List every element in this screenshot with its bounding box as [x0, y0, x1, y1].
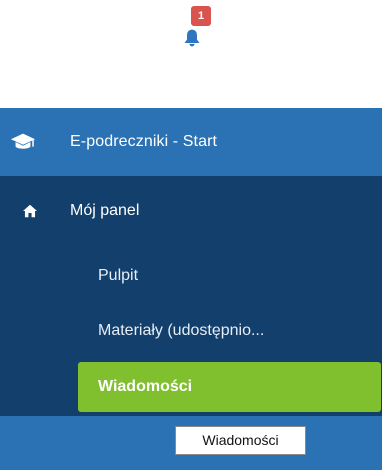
- sidebar-item-moj-panel[interactable]: Mój panel: [0, 176, 382, 246]
- sidebar-brand-link[interactable]: E-podreczniki - Start: [0, 108, 382, 176]
- home-icon: [23, 204, 37, 218]
- sidebar-item-pulpit[interactable]: Pulpit: [0, 251, 382, 301]
- sidebar-item-label: Wiadomości: [98, 378, 193, 395]
- bell-icon: [184, 29, 200, 47]
- brand-title: E-podreczniki - Start: [70, 133, 218, 150]
- sidebar-item-label: Pulpit: [98, 267, 139, 284]
- sidebar-item-materialy[interactable]: Materiały (udostępnio...: [0, 306, 382, 356]
- sidebar-item-label: Materiały (udostępnio...: [98, 322, 265, 339]
- tooltip: Wiadomości: [175, 426, 306, 455]
- notifications-button[interactable]: 1: [175, 6, 215, 58]
- sidebar-item-wiadomosci[interactable]: Wiadomości: [78, 362, 381, 412]
- sidebar-item-label: Mój panel: [70, 202, 140, 219]
- graduation-cap-icon: [10, 133, 36, 149]
- notification-count-badge: 1: [191, 6, 211, 26]
- sidebar: E-podreczniki - Start Mój panel Pulpit M…: [0, 108, 382, 416]
